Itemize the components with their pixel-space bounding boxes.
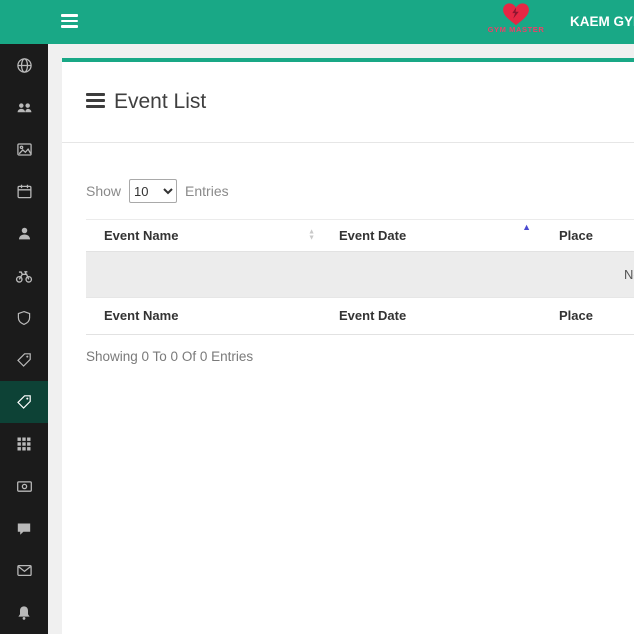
sidebar-item-notifications[interactable] xyxy=(0,592,48,634)
motorbike-icon xyxy=(15,267,33,285)
show-label: Show xyxy=(86,183,121,199)
sidebar-item-payments[interactable] xyxy=(0,465,48,507)
main-content: Event List Show 10 Entries Event Name ▲▼… xyxy=(48,44,634,634)
sidebar-item-dashboard[interactable] xyxy=(0,44,48,86)
shield-icon xyxy=(16,310,32,326)
card-header: Event List xyxy=(86,88,634,116)
globe-icon xyxy=(16,57,33,74)
empty-message: No Data Available In Table xyxy=(86,252,634,298)
grid-icon xyxy=(16,436,32,452)
footer-place: Place xyxy=(541,298,634,335)
page-length-control: Show 10 Entries xyxy=(86,179,634,203)
tag-icon xyxy=(16,394,32,410)
footer-event-date: Event Date xyxy=(321,298,541,335)
sidebar-item-gallery[interactable] xyxy=(0,128,48,170)
sidebar-item-equipment[interactable] xyxy=(0,255,48,297)
image-frame-icon xyxy=(16,141,33,158)
list-menu-icon xyxy=(86,93,105,112)
bell-icon xyxy=(16,605,32,621)
tag-icon xyxy=(16,352,32,368)
logo-text: GYM MASTER xyxy=(486,25,546,34)
sidebar-item-profile[interactable] xyxy=(0,213,48,255)
sidebar-item-security[interactable] xyxy=(0,297,48,339)
sidebar-item-members[interactable] xyxy=(0,86,48,128)
page-size-select[interactable]: 10 xyxy=(129,179,177,203)
footer-event-name: Event Name xyxy=(86,298,321,335)
table-header-row: Event Name ▲▼ Event Date ▲ Place ▲▼ xyxy=(86,220,634,252)
header-divider xyxy=(62,142,634,143)
sidebar-item-messages[interactable] xyxy=(0,550,48,592)
column-header-place[interactable]: Place ▲▼ xyxy=(541,220,634,252)
event-list-card: Event List Show 10 Entries Event Name ▲▼… xyxy=(62,58,634,634)
entries-label: Entries xyxy=(185,183,229,199)
sidebar-item-plans[interactable] xyxy=(0,339,48,381)
money-card-icon xyxy=(16,478,33,495)
calendar-icon xyxy=(16,183,33,200)
sidebar-item-events[interactable] xyxy=(0,381,48,423)
empty-table-row: No Data Available In Table xyxy=(86,252,634,298)
sort-unsorted-icon: ▲▼ xyxy=(308,229,315,242)
users-group-icon xyxy=(16,99,33,116)
sidebar-toggle-button[interactable] xyxy=(61,14,79,30)
envelope-icon xyxy=(16,562,33,579)
sidebar-item-modules[interactable] xyxy=(0,423,48,465)
page-title: Event List xyxy=(114,90,206,114)
sort-ascending-icon: ▲ xyxy=(522,223,531,232)
app-logo[interactable]: GYM MASTER xyxy=(486,2,546,34)
entries-summary: Showing 0 To 0 Of 0 Entries xyxy=(86,349,634,364)
hamburger-icon xyxy=(61,14,79,28)
column-header-event-name[interactable]: Event Name ▲▼ xyxy=(86,220,321,252)
sidebar xyxy=(0,44,48,634)
events-table: Event Name ▲▼ Event Date ▲ Place ▲▼ No D… xyxy=(86,219,634,335)
sidebar-item-calendar[interactable] xyxy=(0,170,48,212)
table-footer-row: Event Name Event Date Place xyxy=(86,298,634,335)
topbar: GYM MASTER KAEM GYM xyxy=(0,0,634,44)
heart-logo-icon xyxy=(486,2,546,26)
chat-bubble-icon xyxy=(16,521,32,537)
gym-name: KAEM GYM xyxy=(570,0,634,44)
column-header-event-date[interactable]: Event Date ▲ xyxy=(321,220,541,252)
user-icon xyxy=(16,225,33,242)
sidebar-item-chat[interactable] xyxy=(0,508,48,550)
